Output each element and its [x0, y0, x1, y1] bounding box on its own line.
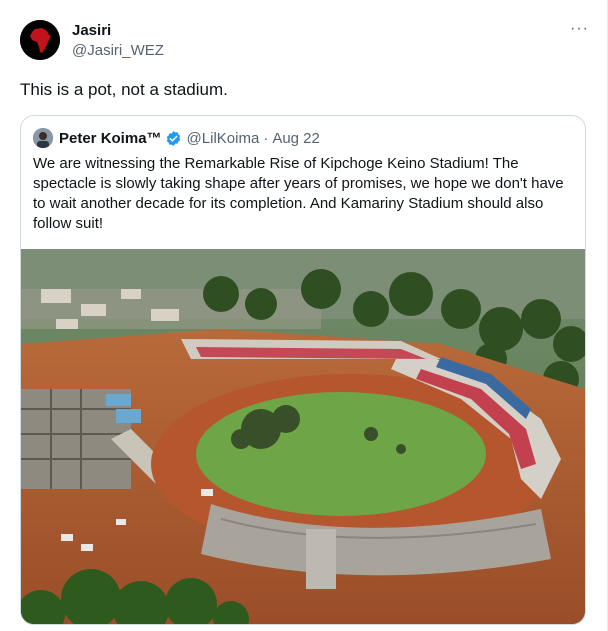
quoted-author-avatar[interactable] — [33, 128, 53, 148]
stadium-aerial-photo[interactable] — [21, 249, 585, 624]
quoted-tweet-text: We are witnessing the Remarkable Rise of… — [33, 155, 564, 232]
quoted-tweet[interactable]: Peter Koima™ @LilKoima · Aug 22 We are w… — [20, 115, 586, 625]
quoted-author-handle[interactable]: @LilKoima — [187, 130, 260, 147]
quoted-tweet-header: Peter Koima™ @LilKoima · Aug 22 — [33, 128, 320, 148]
quoted-tweet-date[interactable]: Aug 22 — [272, 130, 320, 147]
author-avatar[interactable] — [20, 20, 60, 60]
separator-dot: · — [263, 129, 269, 147]
africa-map-logo — [20, 20, 60, 60]
verified-badge-icon — [166, 130, 180, 146]
tweet: Jasiri @Jasiri_WEZ ··· This is a pot, no… — [0, 0, 608, 631]
more-horizontal-icon[interactable]: ··· — [570, 21, 589, 37]
author-name[interactable]: Jasiri — [72, 22, 111, 39]
tweet-text: This is a pot, not a stadium. — [20, 80, 228, 99]
author-handle[interactable]: @Jasiri_WEZ — [72, 42, 164, 59]
quoted-author-name[interactable]: Peter Koima™ — [59, 130, 162, 147]
